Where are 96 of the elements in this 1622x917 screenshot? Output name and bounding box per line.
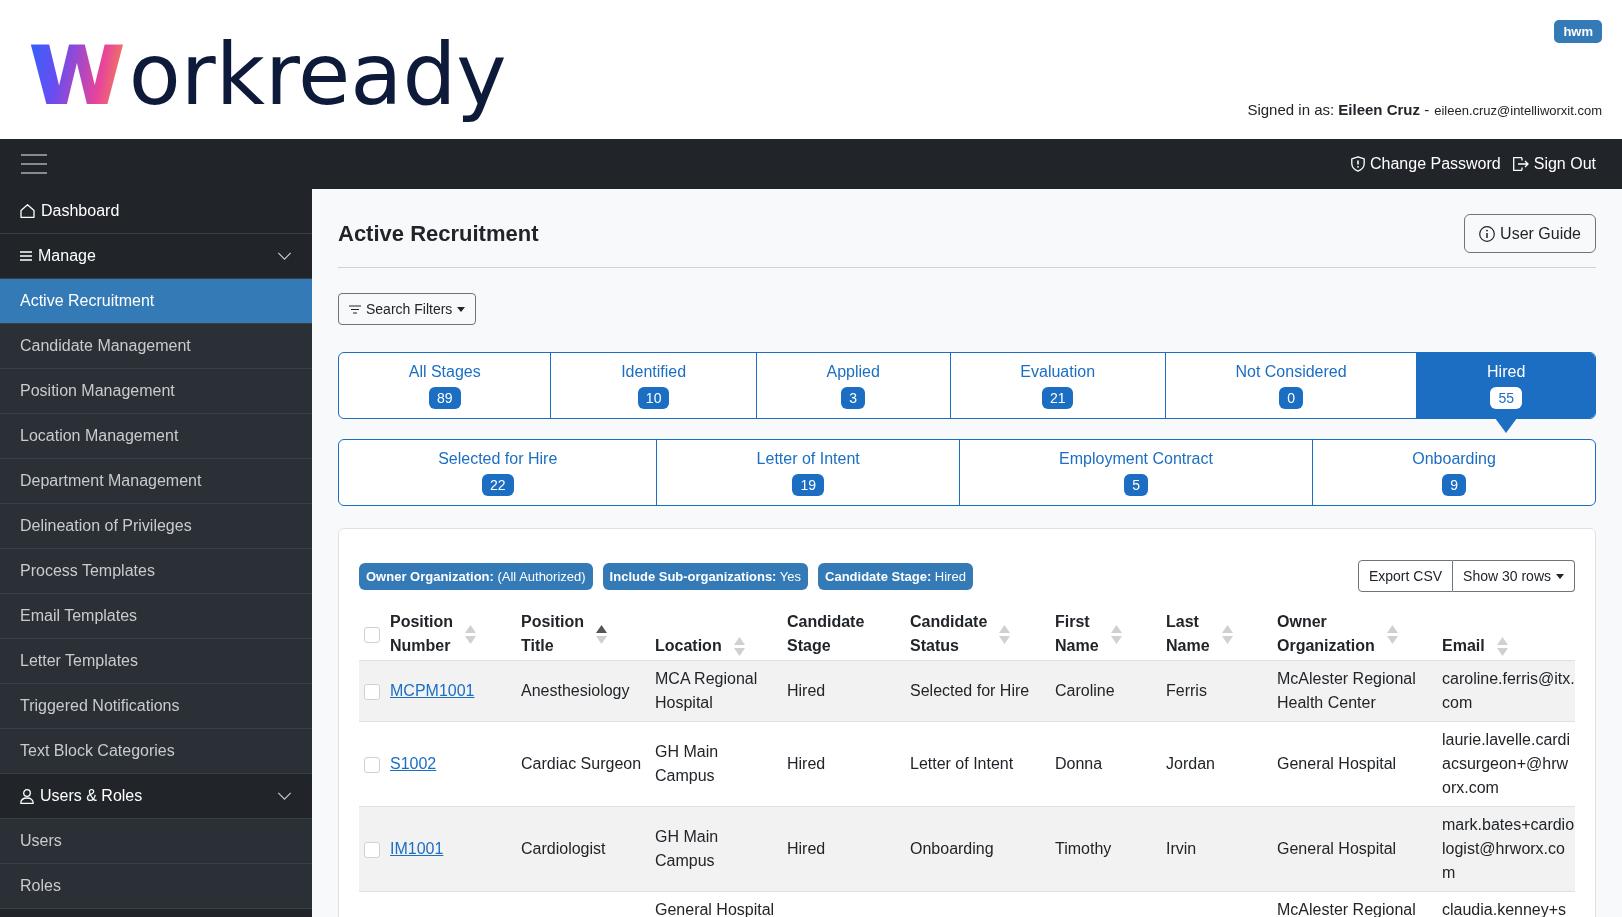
row-checkbox[interactable] [364,841,380,858]
table-cell: McAlester Regional Health Center [1277,660,1442,722]
table-cell: MCA Regional Hospital [655,660,787,722]
sort-icon[interactable] [596,624,608,644]
page-title: Active Recruitment [338,220,539,247]
nav-link[interactable]: Sign Out [1512,155,1596,173]
person-icon [20,788,34,804]
count-badge: 21 [1041,387,1074,409]
count-badge: 9 [1442,474,1466,496]
column-header[interactable]: Location [655,608,787,661]
table-cell: Anesthesiology [521,660,655,722]
nav-link[interactable]: Change Password [1351,155,1501,173]
select-all-checkbox[interactable] [364,626,380,643]
stage-tab[interactable]: All Stages 89 [339,353,551,418]
stage-tab[interactable]: Onboarding 9 [1312,440,1595,505]
caret-icon [1556,573,1564,579]
count-badge: 89 [428,387,461,409]
position-link[interactable]: IM1001 [390,840,444,857]
column-header[interactable]: Email [1442,608,1575,661]
sidebar-item[interactable]: Users [0,819,312,864]
table-cell: Hired [787,721,910,807]
table-cell: Cardiac Surgeon [521,721,655,807]
table-cell: Caroline [1055,660,1166,722]
table-cell: Hired [787,806,910,892]
logo: workready [25,1,511,132]
table-cell: Hired [787,660,910,722]
sidebar-item[interactable]: Delineation of Privileges [0,504,312,549]
sidebar-item[interactable]: Email Templates [0,594,312,639]
stage-tab[interactable]: Selected for Hire 22 [339,440,657,505]
signed-in-text: Signed in as: Eileen Cruz - [1247,101,1430,118]
filter-icon [349,304,361,314]
user-badge: hwm [1554,20,1602,43]
home-icon [20,204,35,218]
column-header[interactable]: Candidate Status [910,608,1055,661]
list-icon [20,251,32,261]
column-header[interactable]: First Name [1055,608,1166,661]
table-cell: General Hospital [1277,721,1442,807]
shield-icon [1351,156,1365,172]
sign-out-icon [1512,157,1529,171]
count-badge: 0 [1279,387,1303,409]
table-cell: GH Main Campus [655,806,787,892]
filter-badge: Include Sub-organizations: Yes [602,562,809,590]
table-cell: Selected for Hire [910,660,1055,722]
count-badge: 5 [1124,474,1148,496]
column-header[interactable]: Last Name [1166,608,1277,661]
search-filters-button[interactable]: Search Filters [338,293,477,325]
table-cell: Ferris [1166,660,1277,722]
column-header[interactable]: Owner Organization [1277,608,1442,661]
table-cell: Letter of Intent [910,721,1055,807]
sidebar-item[interactable]: Text Block Categories [0,729,312,774]
count-badge: 3 [841,387,866,409]
position-link[interactable]: S1002 [390,755,437,772]
table-cell: Onboarding [910,806,1055,892]
position-link[interactable]: MCPM1001 [390,682,475,699]
column-header[interactable]: Position Title [521,608,655,661]
count-badge: 22 [481,474,514,496]
count-badge: 19 [792,474,824,496]
count-badge: 55 [1490,387,1522,409]
sidebar-item[interactable]: Candidate Management [0,324,312,369]
stage-tab[interactable]: Identified 10 [550,353,756,418]
rows-dropdown[interactable]: Show 30 rows [1453,560,1575,592]
sidebar-item[interactable]: Position Management [0,369,312,414]
table-cell: Timothy [1055,806,1166,892]
row-checkbox[interactable] [364,683,380,700]
sidebar-item[interactable]: Letter Templates [0,639,312,684]
sidebar-item[interactable]: Process Templates [0,549,312,594]
sidebar-item[interactable]: Active Recruitment [0,279,312,324]
table-cell: caroline.ferris@itx.com [1442,660,1575,722]
sidebar-item[interactable]: Location Management [0,414,312,459]
table-cell: General Hospital [1277,806,1442,892]
sidebar-item[interactable]: Department Management [0,459,312,504]
table-cell: GH Main Campus [655,721,787,807]
filter-badge: Candidate Stage: Hired [818,562,973,590]
count-badge: 10 [637,387,670,409]
user-guide-button[interactable]: User Guide [1464,214,1596,253]
table-cell: Donna [1055,721,1166,807]
table-cell: Cardiologist [521,806,655,892]
column-header: Candidate Stage [787,608,910,661]
filter-badge: Owner Organization: (All Authorized) [359,562,593,590]
table-cell: laurie.lavelle.cardiacsurgeon+@hrworx.com [1442,721,1575,807]
info-icon [1479,225,1496,242]
caret-icon [457,306,466,312]
menu-icon[interactable] [21,154,47,174]
sidebar-item[interactable]: Triggered Notifications [0,684,312,729]
stage-tab[interactable]: Applied 3 [755,353,950,418]
column-header[interactable]: Position Number [390,608,521,661]
stage-tab[interactable]: Evaluation 21 [949,353,1165,418]
user-email: eileen.cruz@intelliworxit.com [1434,103,1602,118]
row-checkbox[interactable] [364,756,380,773]
table-cell: Irvin [1166,806,1277,892]
table-cell: Jordan [1166,721,1277,807]
stage-tab[interactable]: Employment Contract 5 [958,440,1313,505]
export-csv-button[interactable]: Export CSV [1357,560,1454,592]
table-cell: mark.bates+cardiologist@hrworx.com [1442,806,1575,892]
stage-tab[interactable]: Letter of Intent 19 [656,440,959,505]
sidebar-item[interactable]: Roles [0,864,312,909]
